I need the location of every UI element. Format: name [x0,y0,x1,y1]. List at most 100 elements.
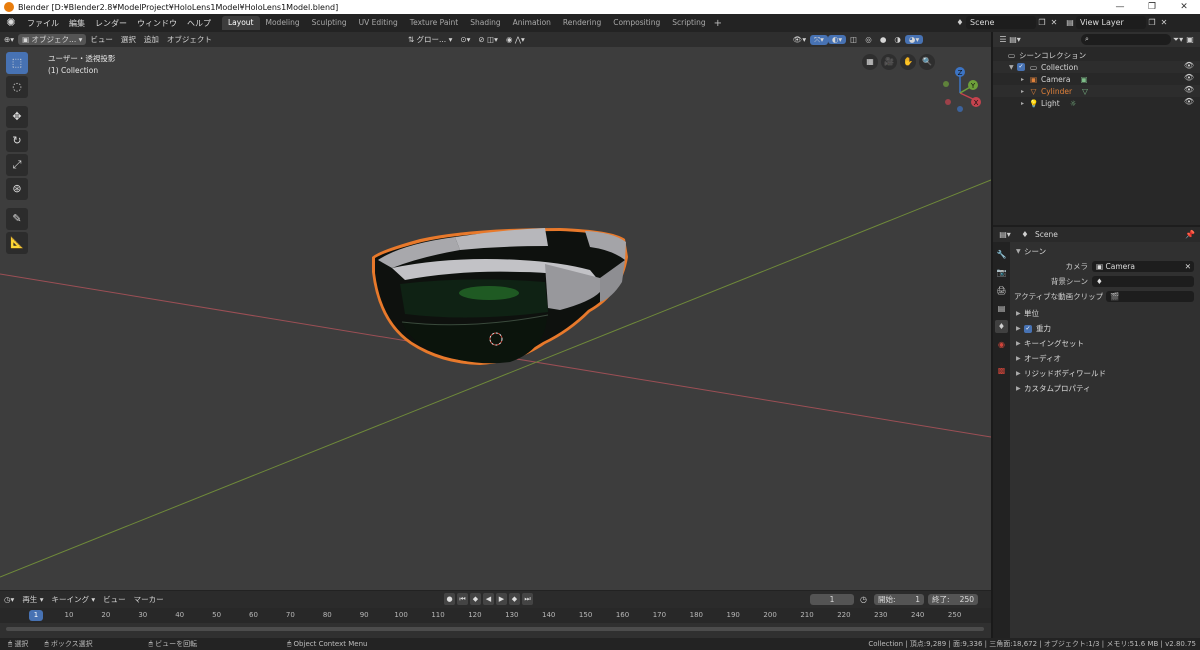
visibility-icon[interactable]: 👁▾ [789,35,810,44]
camera-expand-icon[interactable]: ▸ [1021,76,1029,83]
outliner-editor-icon[interactable]: ☰ [997,34,1009,46]
tab-texture-paint[interactable]: Texture Paint [404,16,464,30]
3d-viewport[interactable]: Z X Y ⊕▾ ▣ オブジェク... ▾ ビュー 選択 追加 オブジェクト ⇅… [0,32,991,590]
transform-tool-icon[interactable]: ⊛ [6,178,28,200]
units-panel-header[interactable]: ▶ 単位 [1010,306,1200,321]
new-scene-icon[interactable]: ❐ [1036,17,1048,29]
timeline-scrollbar[interactable] [6,627,984,631]
shading-wireframe-icon[interactable]: ◎ [861,35,876,44]
menu-select[interactable]: 選択 [117,34,140,45]
outliner-row-cylinder[interactable]: ▸ ▽ Cylinder ▽ 👁 [993,85,1200,97]
texture-tab-icon[interactable]: ▩ [995,364,1008,377]
perspective-grid-icon[interactable]: ▦ [862,54,878,70]
next-keyframe-icon[interactable]: ◆ [509,593,520,605]
start-frame-field[interactable]: 開始: 1 [874,594,924,605]
audio-panel-header[interactable]: ▶ オーディオ [1010,351,1200,366]
cylinder-visibility-icon[interactable]: 👁 [1184,85,1194,94]
snap-icon[interactable]: ⊘ ◫▾ [474,35,502,44]
camera-view-icon[interactable]: 🎥 [881,54,897,70]
scale-tool-icon[interactable]: ⤢ [6,154,28,176]
transform-orientation-dropdown[interactable]: ⇅ グロー... ▾ [404,34,456,45]
pan-hand-icon[interactable]: ✋ [900,54,916,70]
scene-name-field[interactable]: Scene [966,16,1036,29]
scene-icon[interactable]: ♦ [954,17,966,29]
cylinder-expand-icon[interactable]: ▸ [1021,88,1029,95]
play-icon[interactable]: ▶ [496,593,507,605]
minimize-button[interactable]: — [1104,0,1136,14]
cursor-tool-icon[interactable]: ◌ [6,76,28,98]
shading-solid-icon[interactable]: ● [876,35,891,44]
timeline-ruler[interactable]: 1 10 20 30 40 50 60 70 80 90 100 110 120 130 140 150 160… [0,608,991,623]
timeline-track[interactable] [0,623,991,637]
jump-end-icon[interactable]: ⏭ [522,593,533,605]
properties-editor-icon[interactable]: ▤▾ [999,229,1011,241]
jump-start-icon[interactable]: ⏮ [457,593,468,605]
gizmo-toggle-icon[interactable]: ⤧▾ [810,34,828,45]
prev-keyframe-icon[interactable]: ◆ [470,593,481,605]
menu-edit[interactable]: 編集 [64,18,90,29]
outliner-row-light[interactable]: ▸ 💡 Light ☼ 👁 [993,97,1200,109]
timeline-menu-view[interactable]: ビュー [99,594,130,605]
menu-window[interactable]: ウィンドウ [132,18,182,29]
new-view-layer-icon[interactable]: ❐ [1146,17,1158,29]
proportional-edit-icon[interactable]: ◉ ⋀▾ [502,35,529,44]
scene-tab-icon[interactable]: ♦ [995,320,1008,333]
timeline-editor-type-icon[interactable]: ◷▾ [0,595,18,604]
render-tab-icon[interactable]: 📷 [995,266,1008,279]
hololens-model[interactable] [372,228,628,365]
menu-view[interactable]: ビュー [86,34,117,45]
measure-tool-icon[interactable]: 📐 [6,232,28,254]
play-reverse-icon[interactable]: ◀ [483,593,494,605]
tab-sculpting[interactable]: Sculpting [306,16,353,30]
clear-camera-icon[interactable]: ✕ [1185,261,1191,272]
collection-checkbox[interactable]: ✓ [1017,63,1025,71]
camera-visibility-icon[interactable]: 👁 [1184,73,1194,82]
current-frame-marker[interactable]: 1 [29,610,43,621]
tab-layout[interactable]: Layout [222,16,260,30]
select-tool-icon[interactable]: ⬚ [6,52,28,74]
menu-object[interactable]: オブジェクト [163,34,216,45]
bg-scene-field[interactable]: ♦ [1092,276,1194,287]
pin-icon[interactable]: 📌 [1184,229,1196,241]
rigid-body-panel-header[interactable]: ▶ リジッドボディワールド [1010,366,1200,381]
zoom-icon[interactable]: 🔍 [919,54,935,70]
end-frame-field[interactable]: 終了: 250 [928,594,978,605]
output-tab-icon[interactable]: 🖨 [995,284,1008,297]
timeline-menu-keying[interactable]: キーイング ▾ [47,594,99,605]
maximize-button[interactable]: ❐ [1136,0,1168,14]
close-button[interactable]: ✕ [1168,0,1200,14]
pivot-icon[interactable]: ⊙▾ [456,35,474,44]
current-frame-field[interactable]: 1 [810,594,854,605]
preview-range-icon[interactable]: ◷ [860,595,867,604]
rotate-tool-icon[interactable]: ↻ [6,130,28,152]
overlay-toggle-icon[interactable]: ◐▾ [827,35,847,44]
menu-add[interactable]: 追加 [140,34,163,45]
view-layer-icon[interactable]: ▤ [1064,17,1076,29]
keying-sets-panel-header[interactable]: ▶ キーイングセット [1010,336,1200,351]
display-mode-icon[interactable]: ▤▾ [1009,34,1021,46]
view-layer-field[interactable]: View Layer [1076,16,1146,29]
view-layer-tab-icon[interactable]: ▤ [995,302,1008,315]
mode-dropdown[interactable]: ▣ オブジェク... ▾ [18,34,87,45]
editor-type-icon[interactable]: ⊕▾ [0,35,18,44]
shading-rendered-icon[interactable]: ◕▾ [904,35,924,44]
gravity-checkbox[interactable]: ✓ [1024,324,1032,333]
tool-tab-icon[interactable]: 🔧 [995,248,1008,261]
add-workspace-icon[interactable]: + [714,18,724,29]
blender-logo-icon[interactable]: ✺ [4,16,18,30]
shading-material-icon[interactable]: ◑ [890,35,905,44]
outliner-row-camera[interactable]: ▸ ▣ Camera ▣ 👁 [993,73,1200,85]
scene-panel-header[interactable]: ▼ シーン [1010,244,1200,259]
collection-row[interactable]: ▼ ✓ ▭ Collection 👁 [993,61,1200,73]
timeline-menu-playback[interactable]: 再生 ▾ [18,594,47,605]
custom-props-panel-header[interactable]: ▶ カスタムプロパティ [1010,381,1200,396]
timeline-menu-marker[interactable]: マーカー [130,594,168,605]
move-tool-icon[interactable]: ✥ [6,106,28,128]
annotate-tool-icon[interactable]: ✎ [6,208,28,230]
collection-expand-icon[interactable]: ▼ [1009,64,1017,71]
clip-field[interactable]: 🎬 [1106,291,1194,302]
menu-render[interactable]: レンダー [90,18,132,29]
tab-animation[interactable]: Animation [507,16,557,30]
outliner-search-input[interactable]: ⌕ [1081,34,1171,45]
filter-icon[interactable]: ⏷▾ [1172,34,1184,46]
